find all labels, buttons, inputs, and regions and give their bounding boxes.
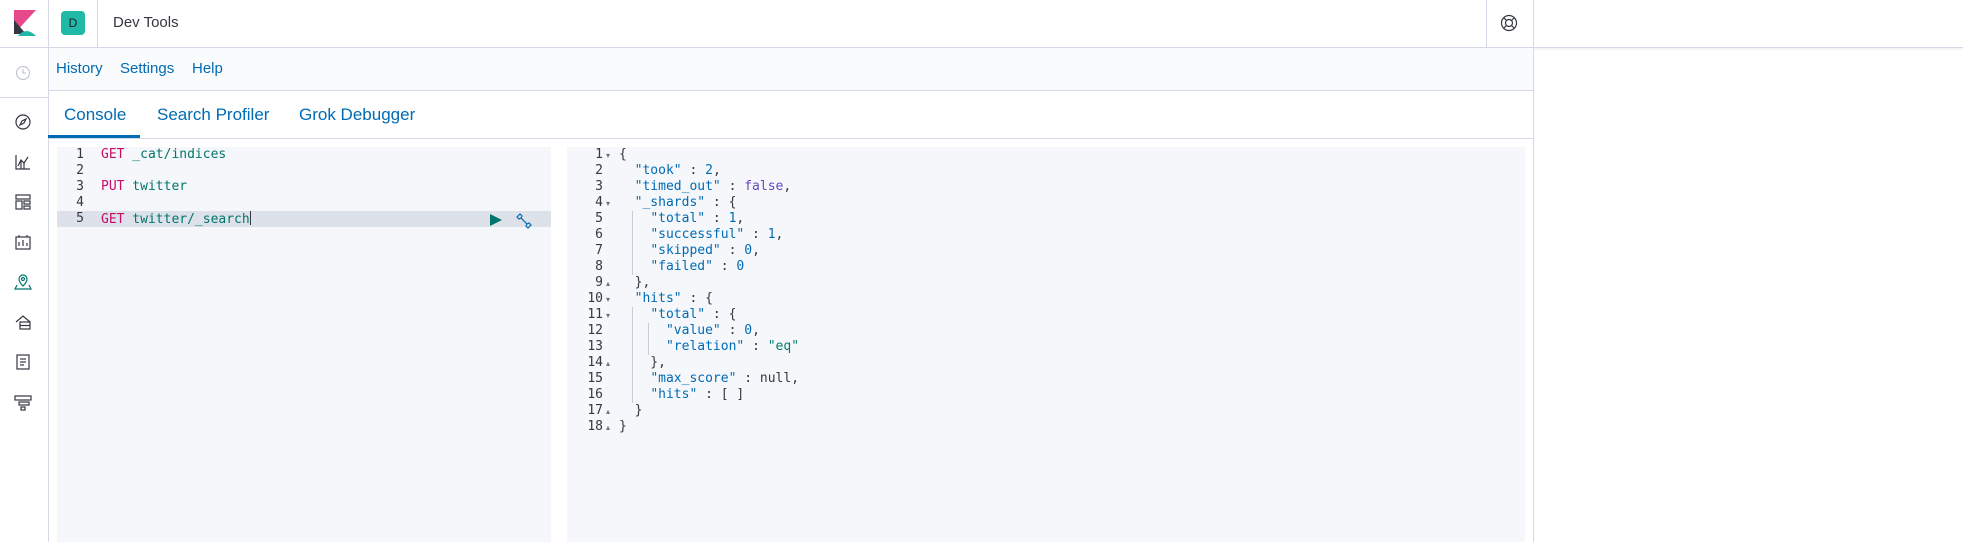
header-divider — [1486, 0, 1487, 47]
maps-icon[interactable] — [14, 273, 32, 291]
fold-close-icon[interactable]: ▴ — [606, 407, 610, 416]
editor-line[interactable]: PUT twitter — [101, 179, 187, 195]
line-number: 4 — [76, 195, 84, 210]
output-line-number: 13 — [587, 339, 603, 354]
nav-divider — [0, 97, 48, 98]
indent-guide — [632, 307, 633, 403]
output-line: }, — [619, 275, 651, 290]
output-line-number: 4 — [595, 195, 603, 210]
output-line: "failed" : 0 — [650, 259, 745, 274]
output-line-number: 17 — [587, 403, 603, 418]
output-line: "skipped" : 0, — [650, 243, 760, 258]
kibana-logo-icon[interactable] — [14, 10, 36, 36]
output-line-number: 16 — [587, 387, 603, 402]
play-icon[interactable] — [488, 212, 503, 228]
app-header: D Dev Tools — [0, 0, 1963, 48]
output-line: "value" : 0, — [665, 323, 760, 338]
tab-grok-debugger[interactable]: Grok Debugger — [299, 105, 415, 125]
space-avatar[interactable]: D — [61, 11, 85, 35]
wrench-icon[interactable] — [514, 212, 532, 230]
recently-viewed-icon[interactable] — [14, 64, 32, 82]
output-line: } — [619, 419, 627, 434]
history-link[interactable]: History — [56, 60, 103, 77]
editor-line[interactable]: GET _cat/indices — [101, 147, 226, 163]
output-line-number: 9 — [595, 275, 603, 290]
output-line-number: 14 — [587, 355, 603, 370]
help-menu-icon[interactable] — [1500, 14, 1518, 32]
output-line: "timed_out" : false, — [634, 179, 792, 194]
output-line: "total" : { — [650, 307, 737, 322]
indent-guide — [648, 323, 649, 355]
output-line: "_shards" : { — [634, 195, 737, 210]
text-cursor — [249, 211, 251, 225]
logs-icon[interactable] — [14, 353, 32, 371]
line-number: 2 — [76, 163, 84, 178]
output-line-number: 3 — [595, 179, 603, 194]
request-method: GET — [101, 147, 125, 162]
tab-console[interactable]: Console — [64, 105, 126, 125]
request-url: _cat/indices — [124, 147, 227, 162]
output-line-number: 15 — [587, 371, 603, 386]
output-line-number: 6 — [595, 227, 603, 242]
visualize-icon[interactable] — [14, 153, 32, 171]
output-line: "max_score" : null, — [650, 371, 800, 386]
devtools-tabs — [49, 91, 1533, 139]
apm-icon[interactable] — [14, 393, 32, 411]
request-method: GET — [101, 212, 125, 227]
output-line: } — [619, 403, 643, 418]
output-line: }, — [619, 355, 666, 370]
indent-guide — [632, 211, 633, 275]
output-line: "hits" : { — [634, 291, 713, 306]
canvas-icon[interactable] — [14, 233, 32, 251]
side-nav — [0, 48, 49, 542]
request-url: twitter — [124, 179, 188, 194]
header-divider — [48, 0, 49, 47]
output-line-number: 12 — [587, 323, 603, 338]
line-number: 3 — [76, 179, 84, 194]
output-line: "total" : 1, — [650, 211, 745, 226]
output-line-number: 7 — [595, 243, 603, 258]
page-title: Dev Tools — [113, 14, 179, 31]
fold-close-icon[interactable]: ▴ — [606, 423, 610, 432]
fold-open-icon[interactable]: ▾ — [606, 295, 610, 304]
settings-link[interactable]: Settings — [120, 60, 174, 77]
line-number: 1 — [76, 147, 84, 162]
editor-line[interactable]: GET twitter/_search — [101, 211, 251, 228]
output-line-number: 18 — [587, 419, 603, 434]
output-line: "successful" : 1, — [650, 227, 784, 242]
fold-close-icon[interactable]: ▴ — [606, 359, 610, 368]
fold-open-icon[interactable]: ▾ — [606, 311, 610, 320]
request-url: twitter/_search — [124, 212, 250, 227]
line-number: 5 — [76, 211, 84, 226]
dashboard-icon[interactable] — [14, 193, 32, 211]
output-line: "hits" : [ ] — [650, 387, 745, 402]
request-method: PUT — [101, 179, 125, 194]
fold-open-icon[interactable]: ▾ — [606, 199, 610, 208]
output-line-number: 11 — [587, 307, 603, 322]
active-tab-indicator — [48, 135, 140, 138]
output-line: { — [619, 147, 627, 162]
help-link[interactable]: Help — [192, 60, 223, 77]
output-line-number: 2 — [595, 163, 603, 178]
fold-close-icon[interactable]: ▴ — [606, 279, 610, 288]
header-divider — [97, 0, 98, 47]
output-line-number: 5 — [595, 211, 603, 226]
discover-icon[interactable] — [14, 113, 32, 131]
page-right-border — [1533, 0, 1534, 542]
devtools-top-menu — [49, 48, 1533, 91]
editor-text-area[interactable] — [98, 147, 551, 542]
output-line-number: 10 — [587, 291, 603, 306]
output-line: "took" : 2, — [634, 163, 721, 178]
fold-open-icon[interactable]: ▾ — [606, 151, 610, 160]
tab-search-profiler[interactable]: Search Profiler — [157, 105, 269, 125]
output-line-number: 8 — [595, 259, 603, 274]
output-line-number: 1 — [595, 147, 603, 162]
output-line: "relation" : "eq" — [665, 339, 800, 354]
infrastructure-icon[interactable] — [14, 313, 32, 331]
